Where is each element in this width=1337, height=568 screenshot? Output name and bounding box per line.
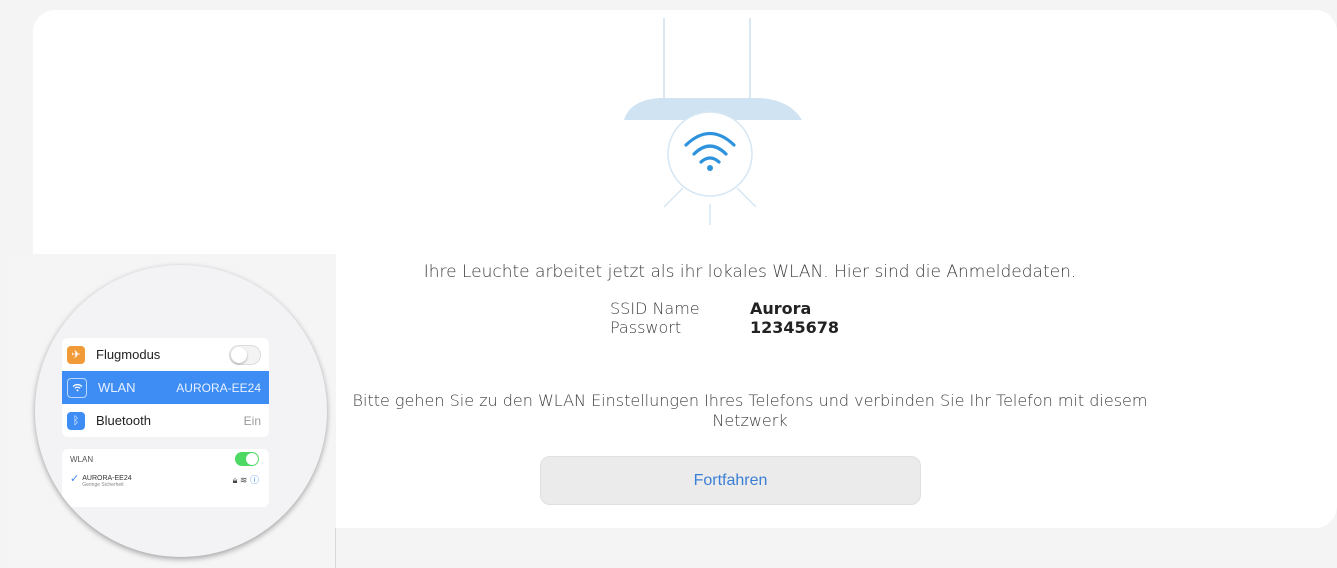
info-icon: ⓘ — [249, 475, 259, 485]
checkmark-icon: ✓ — [70, 473, 80, 485]
lamp-wifi-illustration — [624, 18, 802, 225]
network-status-icons: 🔒︎ ≋ ⓘ — [233, 473, 259, 486]
settings-row-value: Ein — [243, 413, 261, 428]
settings-row-label: Flugmodus — [96, 347, 161, 362]
wlan-network-entry: ✓ AURORA-EE24 Geringe Sicherheit — [70, 473, 132, 489]
settings-row-wlan: WLAN AURORA-EE24 — [62, 371, 269, 404]
settings-row-value: AURORA-EE24 — [176, 380, 261, 395]
settings-row-flugmodus: ✈ Flugmodus — [62, 338, 269, 371]
network-security: Geringe Sicherheit — [82, 482, 124, 488]
wlan-panel-header: WLAN — [70, 455, 94, 464]
airplane-icon: ✈ — [67, 345, 85, 364]
ssid-value: Aurora — [750, 299, 812, 318]
divider — [335, 528, 336, 568]
phone-settings-magnifier: ✈ Flugmodus WLAN AURORA-EE24 ᛒ Bluetooth — [35, 265, 327, 557]
wifi-icon — [67, 377, 87, 398]
ssid-label: SSID Name — [610, 299, 700, 318]
password-value: 12345678 — [750, 318, 840, 337]
settings-row-bluetooth: ᛒ Bluetooth Ein — [62, 404, 269, 437]
wlan-panel: WLAN ✓ AURORA-EE24 Geringe Sicherheit 🔒︎… — [62, 449, 269, 507]
intro-text: Ihre Leuchte arbeitet jetzt als ihr loka… — [423, 262, 1077, 282]
lock-icon: 🔒︎ — [232, 475, 238, 485]
settings-group: ✈ Flugmodus WLAN AURORA-EE24 ᛒ Bluetooth — [62, 338, 269, 437]
credentials-block: SSID Name Aurora Passwort 12345678 — [610, 299, 910, 337]
network-name: AURORA-EE24 — [82, 475, 132, 482]
wlan-toggle — [235, 452, 259, 466]
wifi-signal-icon: ≋ — [239, 475, 248, 485]
password-label: Passwort — [610, 318, 682, 337]
bluetooth-icon: ᛒ — [67, 411, 85, 430]
continue-button[interactable]: Fortfahren — [540, 456, 921, 505]
settings-row-label: WLAN — [98, 380, 136, 395]
airplane-toggle — [229, 344, 261, 365]
settings-row-label: Bluetooth — [96, 413, 151, 428]
instruction-text: Bitte gehen Sie zu den WLAN Einstellunge… — [352, 391, 1148, 430]
